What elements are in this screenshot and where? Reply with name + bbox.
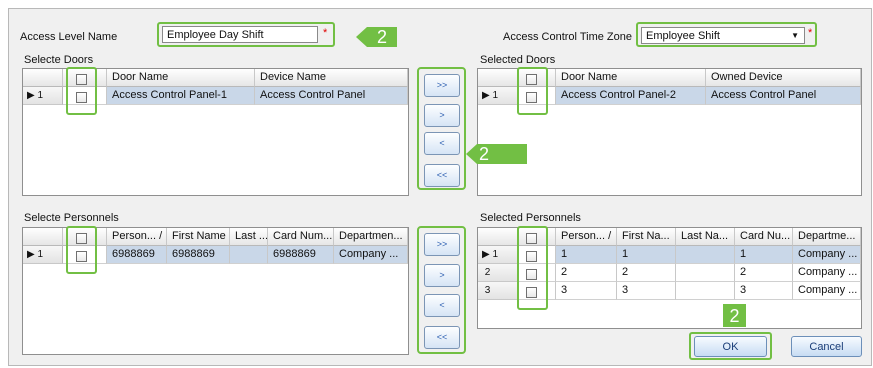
person-cell[interactable]: 3 — [556, 282, 617, 300]
required-mark: * — [808, 27, 813, 39]
last-name-column-header[interactable]: Last ... — [230, 228, 268, 246]
person-column-header[interactable]: Person... / — [556, 228, 617, 246]
card-number-cell[interactable]: 2 — [735, 264, 793, 282]
last-name-cell[interactable] — [676, 282, 735, 300]
department-cell[interactable]: Company ... — [793, 282, 861, 300]
card-number-column-header[interactable]: Card Num... — [268, 228, 334, 246]
remove-personnel-button[interactable]: < — [424, 294, 460, 317]
owned-device-column-header[interactable]: Owned Device — [706, 69, 861, 87]
card-number-cell[interactable]: 1 — [735, 246, 793, 264]
first-name-cell[interactable]: 2 — [617, 264, 676, 282]
row-number: ▶ 1 — [478, 87, 518, 105]
row-header-corner — [23, 69, 63, 87]
door-name-cell[interactable]: Access Control Panel-1 — [107, 87, 255, 105]
department-column-header[interactable]: Departmen... — [334, 228, 408, 246]
device-name-cell[interactable]: Access Control Panel — [255, 87, 408, 105]
step-badge-move: 2 — [477, 144, 527, 164]
personnel-move-buttons-highlight: >> > < << — [417, 226, 466, 354]
remove-door-button[interactable]: < — [424, 132, 460, 155]
row-number: ▶ 1 — [23, 87, 63, 105]
access-level-name-label: Access Level Name — [20, 31, 118, 43]
row-header-corner — [478, 69, 518, 87]
add-personnel-button[interactable]: > — [424, 264, 460, 287]
ok-button[interactable]: OK — [694, 336, 767, 357]
device-name-column-header[interactable]: Device Name — [255, 69, 408, 87]
add-door-button[interactable]: > — [424, 104, 460, 127]
person-cell[interactable]: 6988869 — [107, 246, 167, 264]
row-number: 2 — [478, 264, 518, 282]
card-number-cell[interactable]: 6988869 — [268, 246, 334, 264]
selecte-personnels-title: Selecte Personnels — [24, 212, 119, 224]
remove-all-doors-button[interactable]: << — [424, 164, 460, 187]
first-name-cell[interactable]: 3 — [617, 282, 676, 300]
department-cell[interactable]: Company ... — [793, 264, 861, 282]
add-all-doors-button[interactable]: >> — [424, 74, 460, 97]
last-name-column-header[interactable]: Last Na... — [676, 228, 735, 246]
time-zone-select[interactable]: Employee Shift ▼ — [641, 27, 805, 44]
cancel-button[interactable]: Cancel — [791, 336, 862, 357]
row-header-corner — [23, 228, 63, 246]
access-level-name-input[interactable]: Employee Day Shift — [162, 26, 318, 43]
door-name-column-header[interactable]: Door Name — [556, 69, 706, 87]
time-zone-label: Access Control Time Zone — [503, 31, 632, 43]
checkbox-highlight — [66, 67, 97, 115]
top-strip — [0, 0, 873, 8]
checkbox-highlight — [517, 67, 548, 115]
row-header-corner — [478, 228, 518, 246]
badge-arrow — [356, 27, 367, 47]
door-move-buttons-highlight: >> > < << — [417, 67, 466, 190]
last-name-cell[interactable] — [676, 246, 735, 264]
chevron-down-icon: ▼ — [791, 31, 799, 40]
department-cell[interactable]: Company ... — [793, 246, 861, 264]
person-cell[interactable]: 1 — [556, 246, 617, 264]
person-column-header[interactable]: Person... / — [107, 228, 167, 246]
row-number: ▶ 1 — [478, 246, 518, 264]
last-name-cell[interactable] — [230, 246, 268, 264]
owned-device-cell[interactable]: Access Control Panel — [706, 87, 861, 105]
required-mark: * — [323, 27, 328, 39]
card-number-cell[interactable]: 3 — [735, 282, 793, 300]
selected-personnels-title: Selected Personnels — [480, 212, 581, 224]
last-name-cell[interactable] — [676, 264, 735, 282]
card-number-column-header[interactable]: Card Nu... — [735, 228, 793, 246]
person-cell[interactable]: 2 — [556, 264, 617, 282]
first-name-cell[interactable]: 1 — [617, 246, 676, 264]
time-zone-value: Employee Shift — [646, 30, 720, 42]
department-column-header[interactable]: Departme... — [793, 228, 861, 246]
first-name-column-header[interactable]: First Name — [167, 228, 230, 246]
door-name-column-header[interactable]: Door Name — [107, 69, 255, 87]
row-number: ▶ 1 — [23, 246, 63, 264]
first-name-cell[interactable]: 6988869 — [167, 246, 230, 264]
badge-arrow — [466, 144, 477, 164]
remove-all-personnel-button[interactable]: << — [424, 326, 460, 349]
step-badge-ok: 2 — [723, 304, 746, 327]
add-all-personnel-button[interactable]: >> — [424, 233, 460, 256]
door-name-cell[interactable]: Access Control Panel-2 — [556, 87, 706, 105]
checkbox-highlight — [66, 226, 97, 274]
selecte-doors-title: Selecte Doors — [24, 54, 94, 66]
step-badge-name: 2 — [367, 27, 397, 47]
checkbox-highlight — [517, 226, 548, 310]
selected-doors-title: Selected Doors — [480, 54, 556, 66]
row-number: 3 — [478, 282, 518, 300]
department-cell[interactable]: Company ... — [334, 246, 408, 264]
first-name-column-header[interactable]: First Na... — [617, 228, 676, 246]
